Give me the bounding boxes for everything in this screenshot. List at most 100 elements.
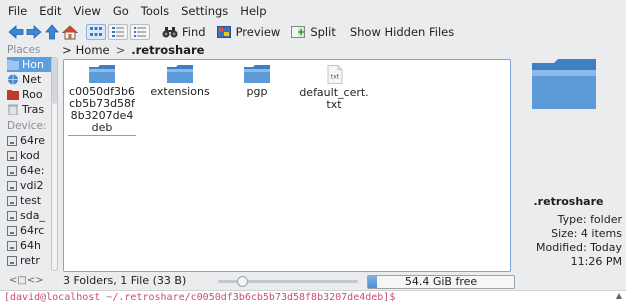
file-name: extensions <box>150 85 210 98</box>
file-item-folder[interactable]: c0050df3b6cb5b73d58f8b3207de4deb <box>64 65 140 136</box>
breadcrumb-separator: > <box>115 43 126 57</box>
device-label: sda_ <box>20 209 45 222</box>
drive-icon <box>7 195 17 206</box>
show-hidden-files-button[interactable]: Show Hidden Files <box>350 25 454 39</box>
folder-icon <box>244 65 270 83</box>
place-item-network[interactable]: Net <box>7 72 52 87</box>
info-modified-key: Modified: <box>536 241 587 254</box>
info-type-key: Type: <box>557 213 587 226</box>
home-button[interactable] <box>62 24 78 40</box>
places-nav-arrows[interactable]: <□<> <box>9 275 44 286</box>
file-name: pgp <box>246 85 268 98</box>
place-label: Tras <box>22 103 45 116</box>
forward-button[interactable] <box>26 24 42 40</box>
large-folder-icon <box>532 59 596 109</box>
view-mode-group <box>86 24 152 40</box>
place-label: Net <box>22 73 42 86</box>
breadcrumb-home[interactable]: Home <box>76 43 110 57</box>
preview-icon <box>216 24 232 40</box>
find-button[interactable]: Find <box>162 24 206 40</box>
file-item-folder[interactable]: pgp <box>219 65 295 98</box>
menu-settings[interactable]: Settings <box>181 4 228 18</box>
terminal-scroll-up-icon[interactable]: ▲ <box>616 291 622 300</box>
split-icon <box>290 24 306 40</box>
device-label: kod <box>20 149 40 162</box>
free-space-indicator: 54.4 GiB free <box>367 275 515 289</box>
grid-view-icon <box>90 27 102 36</box>
compact-view-icon <box>112 27 124 37</box>
device-item[interactable]: test <box>7 193 52 208</box>
menu-file[interactable]: File <box>8 4 27 18</box>
device-label: test <box>20 194 42 207</box>
menubar: File Edit View Go Tools Settings Help <box>0 0 626 22</box>
compact-view-button[interactable] <box>108 24 128 40</box>
device-label: vdi2 <box>20 179 44 192</box>
file-name: default_cert.txt <box>299 86 369 111</box>
toolbar: Find Preview Split Show Hidden Files <box>0 22 626 42</box>
zoom-slider[interactable] <box>218 276 358 287</box>
menu-view[interactable]: View <box>74 4 101 18</box>
drive-icon <box>7 150 17 161</box>
info-size-key: Size: <box>551 227 578 240</box>
back-button[interactable] <box>8 24 24 40</box>
up-button[interactable] <box>44 24 60 40</box>
drive-icon <box>7 210 17 221</box>
breadcrumb-separator: > <box>62 43 72 57</box>
menu-edit[interactable]: Edit <box>39 4 61 18</box>
device-item[interactable]: 64rc <box>7 223 52 238</box>
breadcrumb: > Home > .retroshare <box>62 43 204 57</box>
places-scrollbar[interactable] <box>51 57 58 271</box>
drive-icon <box>7 135 17 146</box>
root-folder-icon <box>7 90 19 100</box>
home-folder-icon <box>7 60 19 70</box>
menu-go[interactable]: Go <box>113 4 129 18</box>
icons-view-button[interactable] <box>86 24 106 40</box>
device-item[interactable]: 64re <box>7 133 52 148</box>
file-item-text[interactable]: txt default_cert.txt <box>296 65 372 111</box>
menu-tools[interactable]: Tools <box>141 4 169 18</box>
free-space-label: 54.4 GiB free <box>404 275 478 288</box>
device-item[interactable]: sda_ <box>7 208 52 223</box>
home-icon <box>62 24 78 39</box>
file-manager-window: File Edit View Go Tools Settings Help Fi… <box>0 0 626 303</box>
menu-help[interactable]: Help <box>240 4 266 18</box>
details-view-button[interactable] <box>130 24 150 40</box>
split-label: Split <box>310 25 336 39</box>
drive-icon <box>7 225 17 236</box>
place-item-home[interactable]: Hon <box>7 57 52 72</box>
drive-icon <box>7 165 17 176</box>
device-item[interactable]: 64h <box>7 238 52 253</box>
network-icon <box>8 74 18 85</box>
info-modified-row: Modified: Today <box>536 241 622 254</box>
info-size-value: 4 items <box>580 227 622 240</box>
file-item-folder[interactable]: extensions <box>142 65 218 98</box>
info-type-row: Type: folder <box>558 213 622 226</box>
places-panel: Places Hon Net Roo Tras Device: 64re kod… <box>7 43 59 287</box>
preview-label: Preview <box>235 25 281 39</box>
breadcrumb-current[interactable]: .retroshare <box>131 43 204 57</box>
preview-button[interactable]: Preview <box>216 24 281 40</box>
find-label: Find <box>182 25 206 39</box>
places-scrollbar-thumb[interactable] <box>52 58 57 104</box>
text-file-icon: txt <box>327 65 343 84</box>
device-item[interactable]: kod <box>7 148 52 163</box>
terminal-panel[interactable]: [david@localhost ~/.retroshare/c0050df3b… <box>0 290 626 303</box>
device-label: 64re <box>20 134 46 147</box>
device-item[interactable]: retr <box>7 253 52 268</box>
drive-icon <box>7 180 17 191</box>
place-label: Hon <box>22 58 44 71</box>
split-button[interactable]: Split <box>290 24 336 40</box>
file-name: c0050df3b6cb5b73d58f8b3207de4deb <box>68 85 136 136</box>
zoom-slider-handle[interactable] <box>237 276 248 287</box>
folder-icon <box>167 65 193 83</box>
device-item[interactable]: vdi2 <box>7 178 52 193</box>
drive-icon <box>7 255 17 266</box>
place-item-trash[interactable]: Tras <box>7 102 52 117</box>
arrow-left-icon <box>8 25 24 39</box>
place-label: Roo <box>22 88 43 101</box>
device-label: retr <box>20 254 40 267</box>
device-label: 64rc <box>20 224 45 237</box>
device-item[interactable]: 64e: <box>7 163 52 178</box>
place-item-root[interactable]: Roo <box>7 87 52 102</box>
file-view[interactable]: c0050df3b6cb5b73d58f8b3207de4deb extensi… <box>63 59 511 272</box>
